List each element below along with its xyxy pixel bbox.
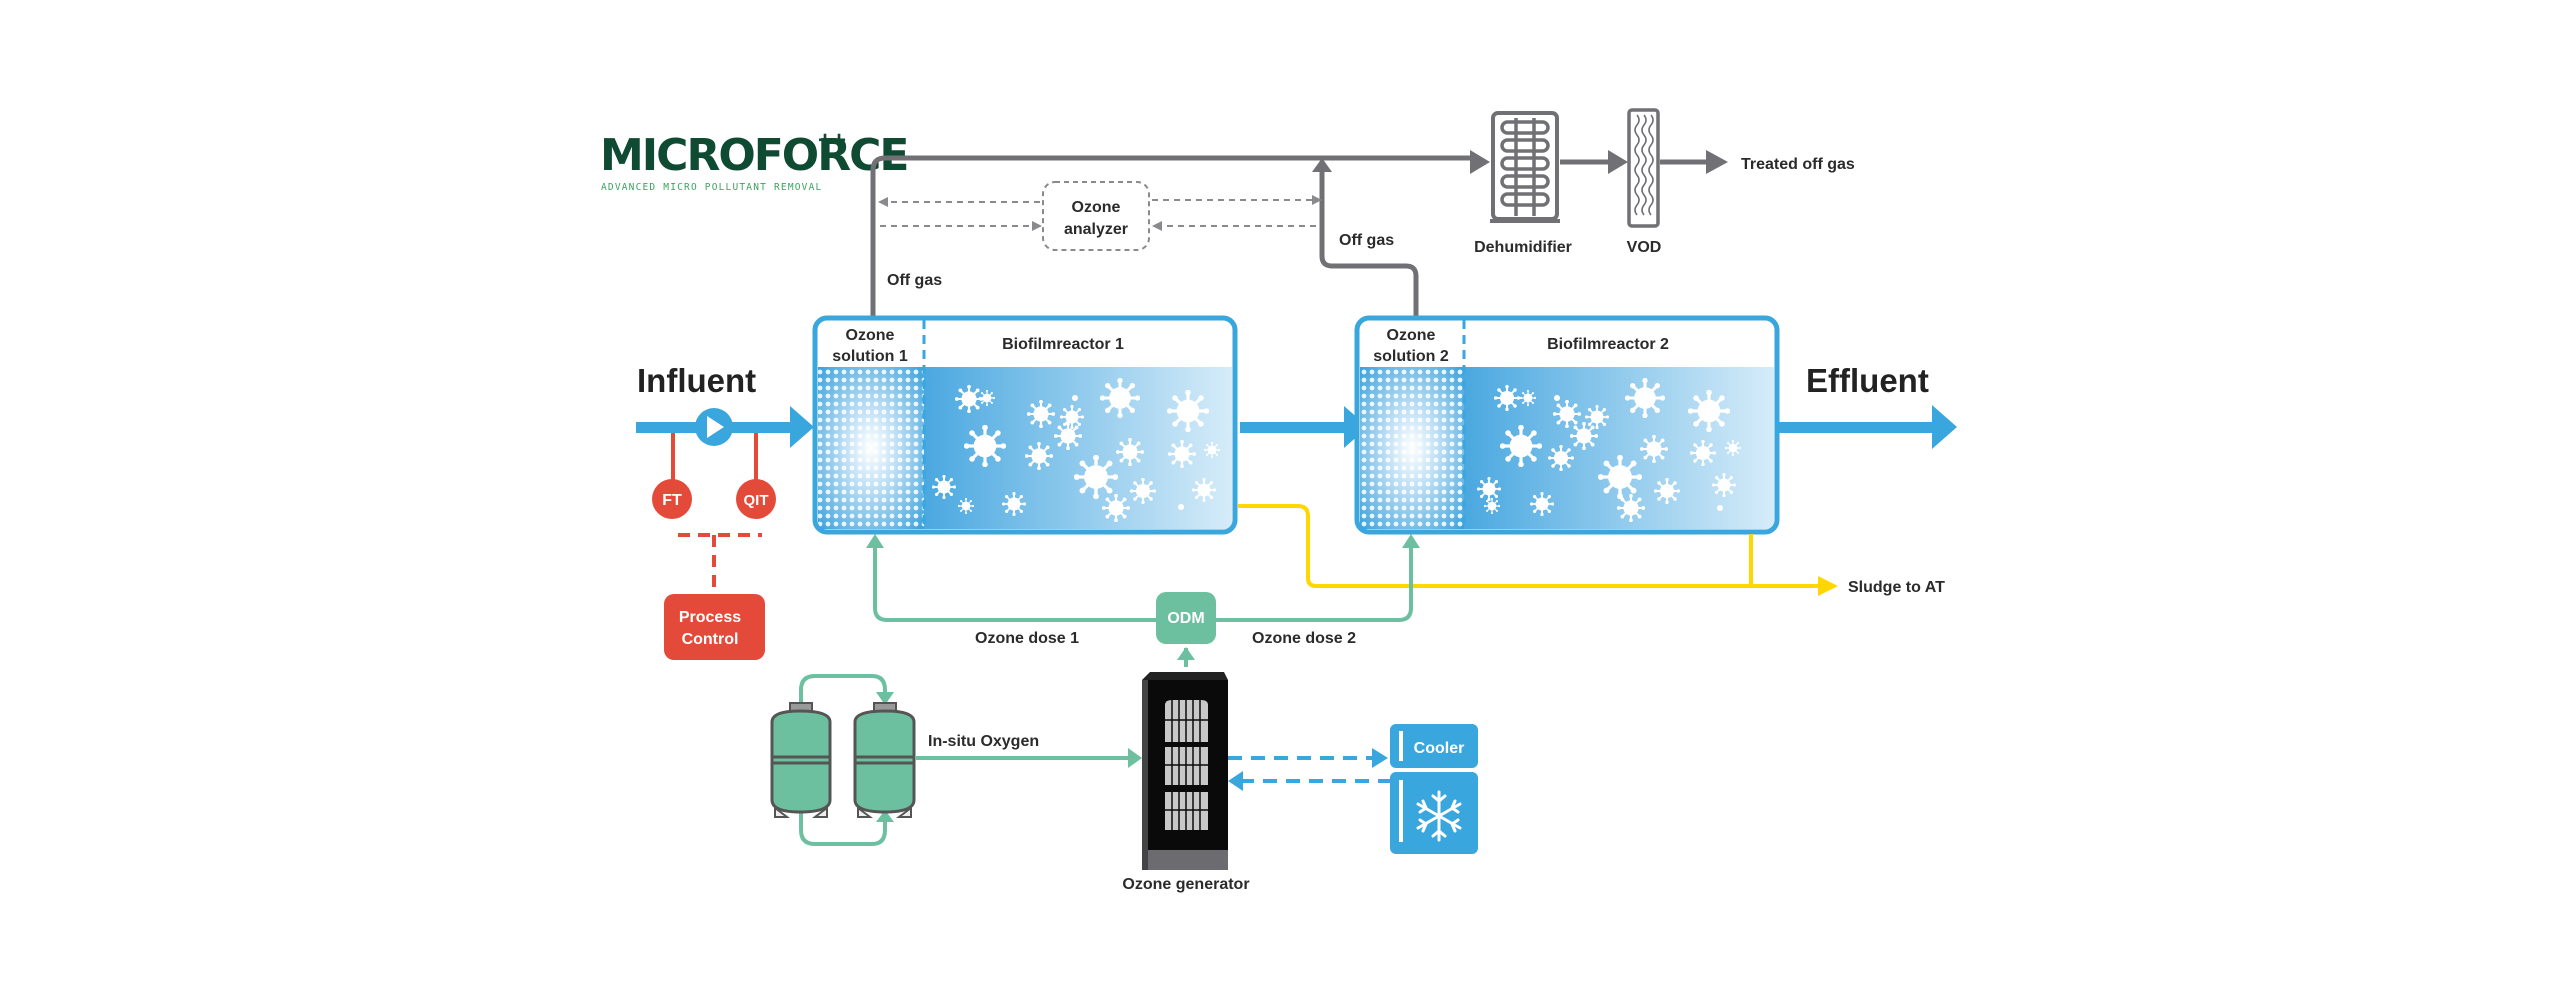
ozone-solution-2-label-2: solution 2 (1373, 348, 1449, 365)
reactor-2[interactable]: Ozone solution 2 Biofilmreactor 2 (1354, 315, 1780, 535)
arrow-sludge-icon (1818, 576, 1838, 596)
ozone-solution-1-label-1: Ozone (846, 327, 895, 344)
arrow-to-dehumidifier-icon (1470, 150, 1490, 174)
instrumentation: FT QIT Process Control (652, 433, 776, 660)
ozone-solution-1-label-2: solution 1 (832, 348, 908, 365)
ozone-dose-2-label: Ozone dose 2 (1252, 630, 1356, 647)
treated-off-gas-label: Treated off gas (1741, 156, 1855, 173)
ft-label: FT (662, 492, 682, 509)
ozone-analyzer-label-1: Ozone (1072, 199, 1121, 216)
vod-icon (1627, 108, 1660, 228)
arrow-oxygen-to-generator-icon (1128, 748, 1142, 768)
ozone-analyzer[interactable]: Ozone analyzer (1042, 181, 1150, 251)
pump[interactable] (695, 408, 733, 446)
process-control-label-2: Control (682, 631, 739, 648)
odm-box[interactable]: ODM (1156, 592, 1216, 644)
biofilmreactor-1-label: Biofilmreactor 1 (1002, 336, 1124, 353)
off-gas-lines (870, 155, 1708, 317)
process-diagram: MICROFORCE ++ ADVANCED MICRO POLLUTANT R… (600, 108, 1957, 893)
dehumidifier-label: Dehumidifier (1474, 239, 1572, 256)
qit-label: QIT (744, 492, 769, 509)
arrow-effluent-icon (1932, 405, 1957, 449)
arrow-to-vod-icon (1608, 150, 1628, 174)
dehumidifier[interactable] (1490, 111, 1560, 223)
ozone-dose-lines (873, 546, 1413, 667)
influent-label: Influent (637, 362, 756, 399)
arrow-into-reactor-1-icon (790, 406, 814, 448)
ozone-analyzer-label-2: analyzer (1064, 221, 1128, 238)
cooler-label: Cooler (1414, 740, 1465, 757)
vod[interactable] (1627, 108, 1660, 228)
oxygen-tank-left-icon (770, 702, 832, 818)
reactor-1[interactable]: Ozone solution 1 Biofilmreactor 1 (812, 315, 1238, 535)
logo-superscript: ++ (818, 127, 846, 154)
biofilmreactor-2-label: Biofilmreactor 2 (1547, 336, 1669, 353)
off-gas-label-1: Off gas (887, 272, 942, 289)
odm-label: ODM (1167, 610, 1204, 627)
logo-title: MICROFORCE (600, 130, 907, 181)
logo-subtitle: ADVANCED MICRO POLLUTANT REMOVAL (601, 182, 822, 193)
ozone-generator[interactable] (1142, 672, 1228, 870)
logo: MICROFORCE ++ ADVANCED MICRO POLLUTANT R… (600, 127, 909, 193)
effluent-label: Effluent (1806, 362, 1929, 399)
arrow-treated-off-gas-icon (1706, 150, 1728, 174)
ozone-generator-label: Ozone generator (1122, 876, 1249, 893)
ozone-solution-2-label-1: Ozone (1387, 327, 1436, 344)
off-gas-label-2: Off gas (1339, 232, 1394, 249)
ft-sensor[interactable]: FT (652, 479, 692, 519)
vod-label: VOD (1627, 239, 1662, 256)
process-control-box[interactable]: Process Control (664, 594, 765, 660)
sludge-label: Sludge to AT (1848, 579, 1945, 596)
arrow-to-cooler-icon (1372, 748, 1388, 768)
oxygen-tanks[interactable] (770, 674, 1142, 846)
cooling-lines (1228, 756, 1390, 783)
ozone-dose-1-label: Ozone dose 1 (975, 630, 1079, 647)
in-situ-oxygen-label: In-situ Oxygen (928, 733, 1039, 750)
cooler[interactable]: Cooler (1390, 724, 1478, 854)
qit-sensor[interactable]: QIT (736, 479, 776, 519)
arrow-from-cooler-icon (1228, 771, 1243, 791)
oxygen-tank-right-icon (853, 702, 916, 818)
process-control-label-1: Process (679, 609, 741, 626)
